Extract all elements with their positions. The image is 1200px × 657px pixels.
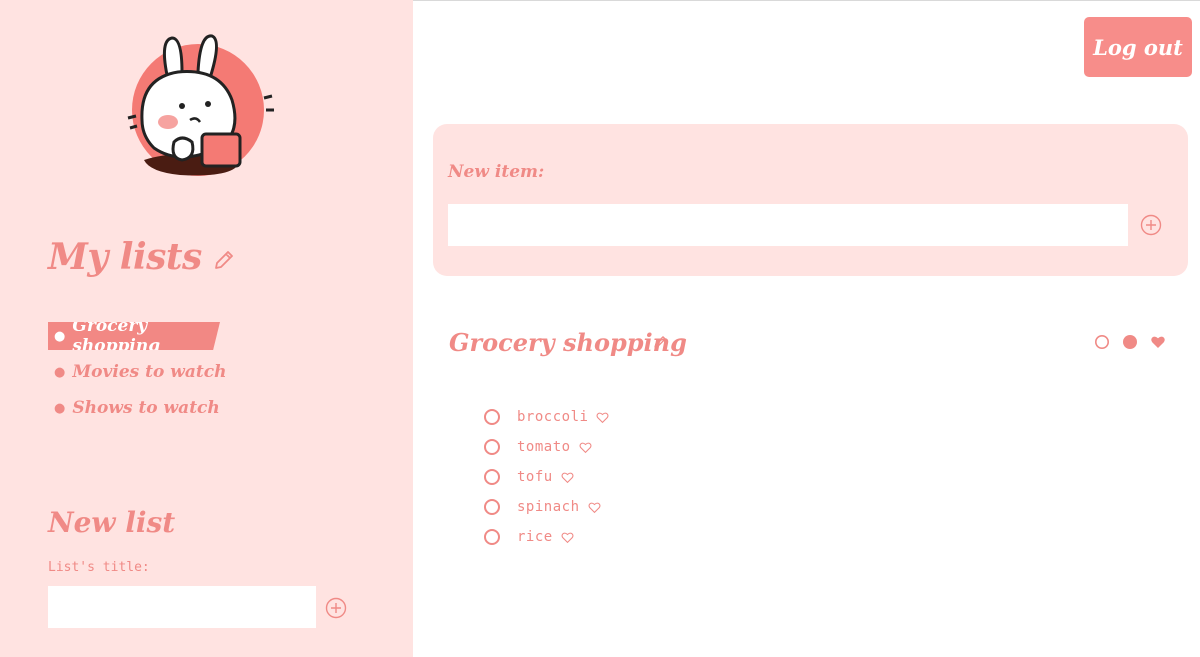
- heart-outline-icon[interactable]: [561, 471, 574, 484]
- filter-favorites-heart-icon[interactable]: [1150, 334, 1166, 350]
- item-checkbox[interactable]: [484, 409, 500, 425]
- list-title-input[interactable]: [48, 586, 316, 628]
- list-item-label: Movies to watch: [72, 362, 227, 382]
- item-checkbox[interactable]: [484, 499, 500, 515]
- bullet-icon: ●: [54, 328, 66, 344]
- item-label: tomato: [517, 439, 571, 455]
- add-list-plus-icon[interactable]: [325, 597, 347, 619]
- list-item-grocery-shopping[interactable]: ● Grocery shopping: [48, 322, 220, 350]
- list-item-row: tomato: [484, 432, 609, 462]
- lists-nav: ● Grocery shopping ● Movies to watch ● S…: [48, 322, 348, 430]
- item-checkbox[interactable]: [484, 469, 500, 485]
- edit-lists-pencil-icon[interactable]: [212, 248, 236, 272]
- list-item-row: tofu: [484, 462, 609, 492]
- list-item-movies-to-watch[interactable]: ● Movies to watch: [48, 358, 348, 386]
- heart-outline-icon[interactable]: [579, 441, 592, 454]
- item-checkbox[interactable]: [484, 529, 500, 545]
- bunny-avatar: [127, 34, 274, 176]
- bullet-icon: ●: [54, 364, 66, 380]
- filter-done-circle-filled-icon[interactable]: [1122, 334, 1138, 350]
- list-title-label: List's title:: [48, 560, 150, 575]
- bullet-icon: ●: [54, 400, 66, 416]
- sidebar: My lists ● Grocery shopping ● Movies to …: [0, 0, 413, 657]
- filter-all-circle-outline-icon[interactable]: [1094, 334, 1110, 350]
- heart-outline-icon[interactable]: [561, 531, 574, 544]
- item-checkbox[interactable]: [484, 439, 500, 455]
- heart-outline-icon[interactable]: [588, 501, 601, 514]
- list-item-row: broccoli: [484, 402, 609, 432]
- item-label: broccoli: [517, 409, 589, 425]
- new-item-panel: New item:: [433, 124, 1188, 276]
- new-item-label: New item:: [448, 162, 545, 182]
- item-label: spinach: [517, 499, 580, 515]
- list-item-row: rice: [484, 522, 609, 552]
- heart-outline-icon[interactable]: [596, 411, 609, 424]
- new-item-input[interactable]: [448, 204, 1128, 246]
- list-items: broccoli tomato tofu spinach rice: [484, 402, 609, 552]
- list-item-label: Shows to watch: [72, 398, 220, 418]
- edit-list-pencil-icon[interactable]: [652, 334, 668, 350]
- list-item-row: spinach: [484, 492, 609, 522]
- new-list-heading: New list: [48, 506, 176, 539]
- add-item-plus-icon[interactable]: [1140, 214, 1162, 236]
- sidebar-title: My lists: [48, 236, 202, 278]
- item-label: tofu: [517, 469, 553, 485]
- logout-button[interactable]: Log out: [1084, 17, 1192, 77]
- list-item-shows-to-watch[interactable]: ● Shows to watch: [48, 394, 348, 422]
- list-item-label: Grocery shopping: [72, 316, 161, 356]
- item-label: rice: [517, 529, 553, 545]
